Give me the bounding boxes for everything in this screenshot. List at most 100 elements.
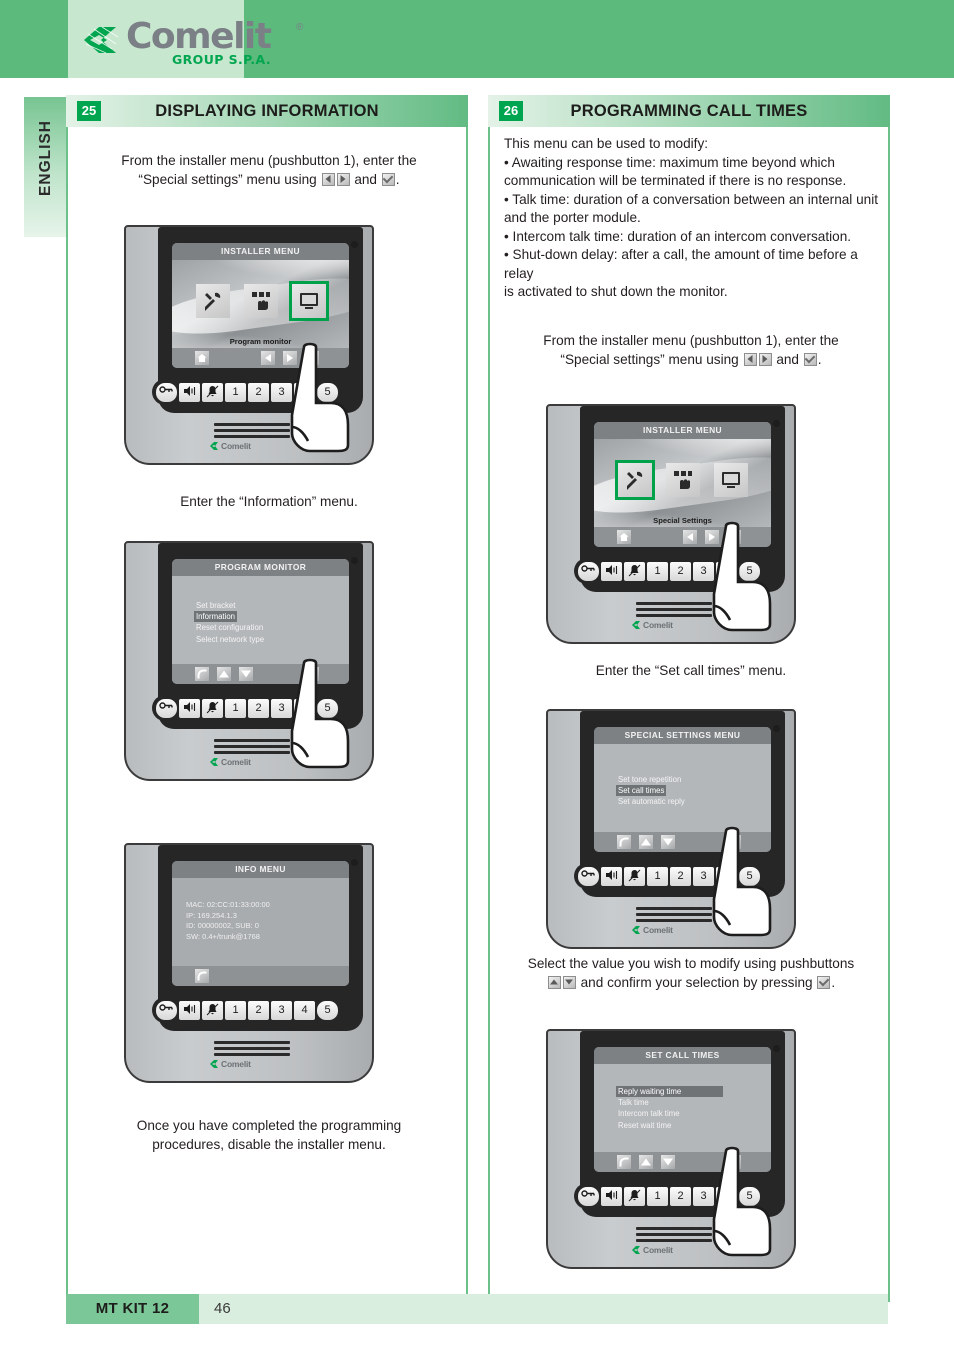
bullet-line-1: • Awaiting response time: maximum time b… <box>504 154 835 170</box>
language-tab: ENGLISH <box>24 97 66 237</box>
list-item[interactable]: Reset wait time <box>616 1120 673 1131</box>
bullet-line-3: • Talk time: duration of a conversation … <box>504 191 879 207</box>
speaker-icon[interactable] <box>601 562 622 581</box>
key-5[interactable]: 5 <box>317 1001 338 1020</box>
key-2[interactable]: 2 <box>248 1001 269 1020</box>
status-led <box>773 420 780 427</box>
pointing-hand-icon <box>286 341 352 453</box>
list-item[interactable]: Talk time <box>616 1097 651 1108</box>
list-item[interactable]: Intercom talk time <box>616 1108 682 1119</box>
key-1[interactable]: 1 <box>647 867 668 886</box>
speaker-icon[interactable] <box>179 383 200 402</box>
back-icon[interactable] <box>194 666 210 682</box>
list-item-selected[interactable]: Set call times <box>616 785 667 797</box>
prev-key-glyph <box>321 172 335 186</box>
key-2[interactable]: 2 <box>670 867 691 886</box>
keypad-hand-icon[interactable] <box>244 284 278 318</box>
keypad-hand-icon[interactable] <box>666 463 700 497</box>
bell-mute-icon[interactable] <box>624 1187 645 1206</box>
monitor-icon[interactable] <box>289 281 329 321</box>
bell-mute-icon[interactable] <box>624 867 645 886</box>
bell-mute-icon[interactable] <box>202 699 223 718</box>
key-1[interactable]: 1 <box>225 383 246 402</box>
info-id: ID: 00000002, SUB: 0 <box>186 921 259 931</box>
speaker-grill <box>214 739 290 755</box>
tools-icon[interactable] <box>196 284 230 318</box>
pointing-hand-icon <box>708 1145 774 1257</box>
right-intro-line2a: “Special settings” menu using <box>560 351 739 367</box>
list-item[interactable]: Set bracket <box>194 600 237 611</box>
key-2[interactable]: 2 <box>670 1187 691 1206</box>
down-icon[interactable] <box>238 666 254 682</box>
key-1[interactable]: 1 <box>647 562 668 581</box>
comelit-logo: Comelit ® GROUP S.P.A. <box>82 16 322 68</box>
bell-mute-icon[interactable] <box>202 1001 223 1020</box>
key-icon[interactable] <box>156 383 177 402</box>
down-icon[interactable] <box>660 834 676 850</box>
list-item[interactable]: Reset configuration <box>194 622 265 633</box>
speaker-icon[interactable] <box>179 1001 200 1020</box>
info-sw: SW: 0.4+/trunk@1768 <box>186 931 260 941</box>
down-icon[interactable] <box>660 1154 676 1170</box>
status-led <box>773 725 780 732</box>
tools-icon[interactable] <box>615 460 655 500</box>
down-key-glyph <box>562 975 576 989</box>
prev-icon[interactable] <box>260 350 276 366</box>
back-icon[interactable] <box>616 834 632 850</box>
left-intro-paragraph: From the installer menu (pushbutton 1), … <box>82 152 456 189</box>
left-closing-line1: Once you have completed the programming <box>136 1118 402 1133</box>
key-1[interactable]: 1 <box>647 1187 668 1206</box>
key-2[interactable]: 2 <box>248 699 269 718</box>
speaker-icon[interactable] <box>601 867 622 886</box>
list-item-selected[interactable]: Information <box>194 611 238 623</box>
device-brand-label: Comelit <box>632 1245 673 1255</box>
right-select-paragraph: Select the value you wish to modify usin… <box>495 955 887 992</box>
screen-content: Program monitor <box>172 260 349 348</box>
monitor-icon[interactable] <box>714 463 748 497</box>
key-4[interactable]: 4 <box>294 1001 315 1020</box>
speaker-icon[interactable] <box>179 699 200 718</box>
back-icon[interactable] <box>194 968 210 984</box>
key-icon[interactable] <box>156 1001 177 1020</box>
list-item[interactable]: Set automatic reply <box>616 796 687 807</box>
back-icon[interactable] <box>616 1154 632 1170</box>
prev-icon[interactable] <box>682 529 698 545</box>
home-icon[interactable] <box>194 350 210 366</box>
key-icon[interactable] <box>156 699 177 718</box>
list-item[interactable]: Select network type <box>194 634 266 645</box>
screen-title: INSTALLER MENU <box>594 422 771 439</box>
ok-key-glyph <box>817 975 831 989</box>
up-icon[interactable] <box>638 834 654 850</box>
key-1[interactable]: 1 <box>225 699 246 718</box>
left-intro-line2a: “Special settings” menu using <box>138 171 317 187</box>
right-intro-line2c: . <box>817 351 822 367</box>
right-section-number: 26 <box>499 101 523 121</box>
up-icon[interactable] <box>216 666 232 682</box>
ok-key-glyph <box>803 352 817 366</box>
speaker-icon[interactable] <box>601 1187 622 1206</box>
device-brand-label: Comelit <box>210 1059 251 1069</box>
bell-mute-icon[interactable] <box>624 562 645 581</box>
speaker-grill <box>636 602 712 618</box>
bell-mute-icon[interactable] <box>202 383 223 402</box>
key-icon[interactable] <box>578 867 599 886</box>
key-icon[interactable] <box>578 562 599 581</box>
device-chassis: INFO MENU MAC: 02:CC:01:33:00:00 IP: 169… <box>124 843 374 1083</box>
comelit-mini-mark <box>632 926 640 934</box>
next-key-glyph <box>758 352 772 366</box>
screen-content: MAC: 02:CC:01:33:00:00 IP: 169.254.1.3 I… <box>172 878 349 966</box>
left-caption-information: Enter the “Information” menu. <box>180 494 358 509</box>
comelit-mini-mark <box>632 621 640 629</box>
key-3[interactable]: 3 <box>271 1001 292 1020</box>
key-2[interactable]: 2 <box>248 383 269 402</box>
screen-title: INFO MENU <box>172 861 349 878</box>
list-item-selected[interactable]: Reply waiting time <box>616 1086 724 1098</box>
info-ip: IP: 169.254.1.3 <box>186 910 237 920</box>
menu-list: Reply waiting time Talk time Intercom ta… <box>616 1086 724 1131</box>
list-item[interactable]: Set tone repetition <box>616 774 683 785</box>
home-icon[interactable] <box>616 529 632 545</box>
key-1[interactable]: 1 <box>225 1001 246 1020</box>
key-icon[interactable] <box>578 1187 599 1206</box>
key-2[interactable]: 2 <box>670 562 691 581</box>
up-icon[interactable] <box>638 1154 654 1170</box>
